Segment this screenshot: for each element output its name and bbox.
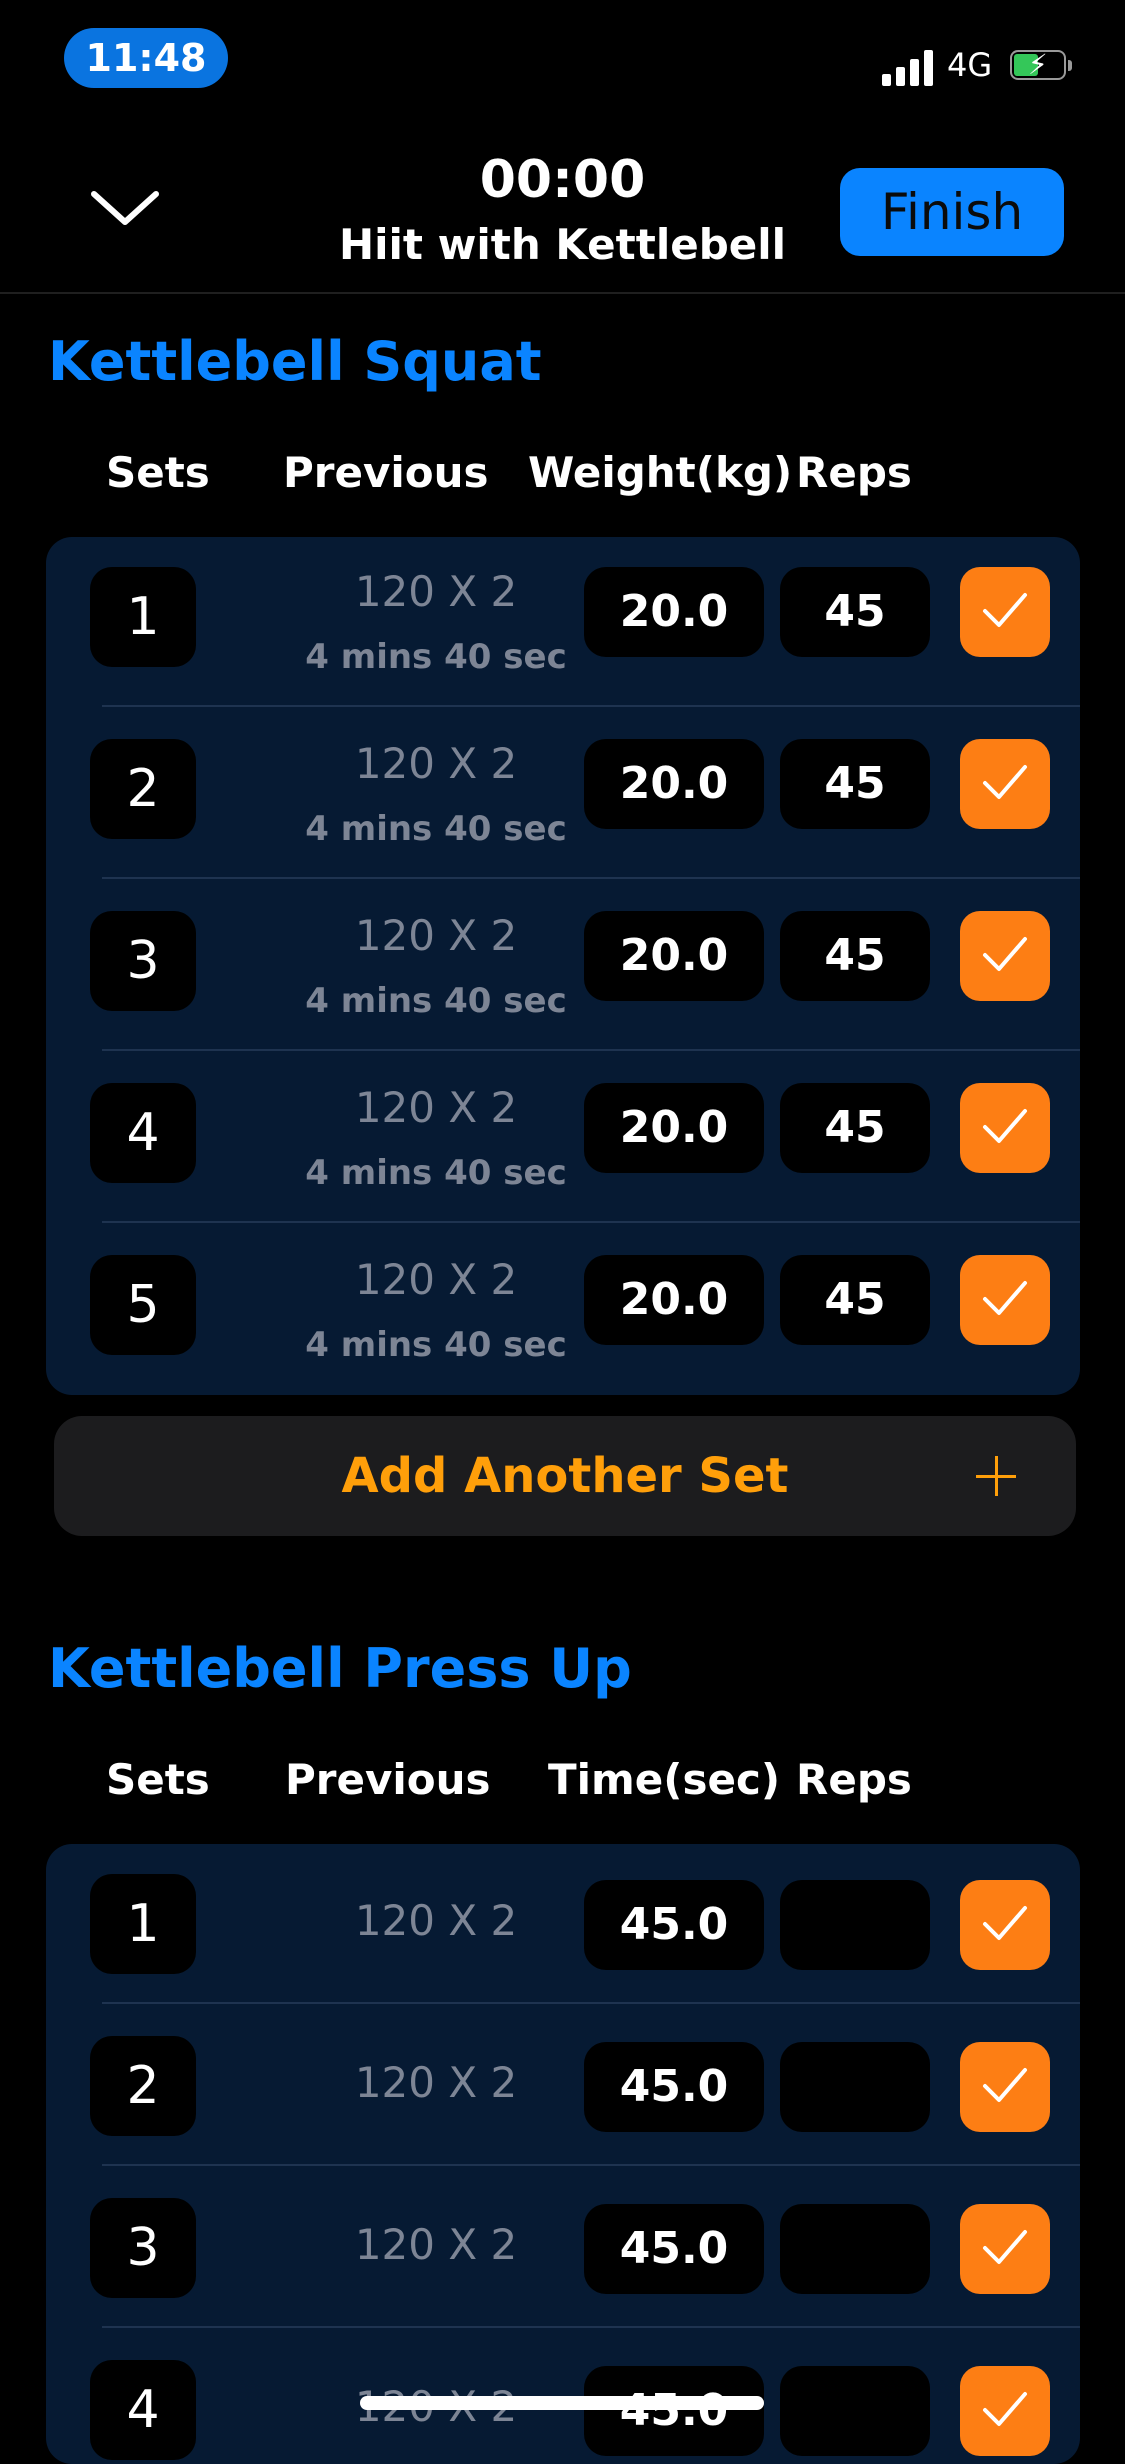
reps-input[interactable]: 45: [780, 739, 930, 829]
reps-input[interactable]: [780, 1880, 930, 1970]
set-number[interactable]: 4: [90, 1083, 196, 1183]
complete-set-button[interactable]: [960, 2366, 1050, 2456]
weight-input[interactable]: 20.0: [584, 567, 764, 657]
column-header-reps: Reps: [796, 448, 912, 497]
checkmark-icon: [983, 1906, 1027, 1940]
set-row: 1 120 X 2 4 mins 40 sec 20.0 45: [46, 537, 1080, 709]
checkmark-icon: [983, 1281, 1027, 1315]
plus-icon: [976, 1456, 1016, 1496]
add-set-label: Add Another Set: [341, 1448, 789, 1504]
complete-set-button[interactable]: [960, 911, 1050, 1001]
reps-input[interactable]: 45: [780, 1255, 930, 1345]
reps-input[interactable]: 45: [780, 1083, 930, 1173]
set-number[interactable]: 5: [90, 1255, 196, 1355]
checkmark-icon: [983, 2392, 1027, 2426]
complete-set-button[interactable]: [960, 1255, 1050, 1345]
status-time: 11:48: [64, 28, 228, 88]
set-row: 4 120 X 2 4 mins 40 sec 20.0 45: [46, 1053, 1080, 1225]
column-header-weight: Weight(kg): [528, 448, 793, 497]
set-row: 3 120 X 2 4 mins 40 sec 20.0 45: [46, 881, 1080, 1053]
header-divider: [0, 292, 1125, 294]
complete-set-button[interactable]: [960, 1880, 1050, 1970]
reps-input[interactable]: [780, 2042, 930, 2132]
checkmark-icon: [983, 593, 1027, 627]
row-divider: [102, 877, 1080, 879]
column-header-time: Time(sec): [548, 1755, 781, 1804]
checkmark-icon: [983, 765, 1027, 799]
column-header-sets: Sets: [106, 448, 210, 497]
weight-input[interactable]: 20.0: [584, 911, 764, 1001]
time-input[interactable]: 45.0: [584, 2366, 764, 2456]
set-number[interactable]: 2: [90, 2036, 196, 2136]
complete-set-button[interactable]: [960, 1083, 1050, 1173]
checkmark-icon: [983, 937, 1027, 971]
weight-input[interactable]: 20.0: [584, 739, 764, 829]
complete-set-button[interactable]: [960, 2204, 1050, 2294]
set-row: 5 120 X 2 4 mins 40 sec 20.0 45: [46, 1225, 1080, 1395]
set-number[interactable]: 3: [90, 2198, 196, 2298]
sets-card: 1 120 X 2 4 mins 40 sec 20.0 45 2 120 X …: [46, 537, 1080, 1395]
row-divider: [102, 2164, 1080, 2166]
set-row: 2 120 X 2 4 mins 40 sec 20.0 45: [46, 709, 1080, 881]
column-header-previous: Previous: [283, 448, 489, 497]
reps-input[interactable]: [780, 2204, 930, 2294]
set-number[interactable]: 3: [90, 911, 196, 1011]
complete-set-button[interactable]: [960, 739, 1050, 829]
checkmark-icon: [983, 2230, 1027, 2264]
column-header-previous: Previous: [285, 1755, 491, 1804]
reps-input[interactable]: [780, 2366, 930, 2456]
checkmark-icon: [983, 2068, 1027, 2102]
reps-input[interactable]: 45: [780, 567, 930, 657]
time-input[interactable]: 45.0: [584, 1880, 764, 1970]
set-number[interactable]: 4: [90, 2360, 196, 2460]
row-divider: [102, 705, 1080, 707]
sets-card: 1 120 X 2 45.0 2 120 X 2 45.0 3 120 X 2 …: [46, 1844, 1080, 2464]
add-set-button[interactable]: Add Another Set: [54, 1416, 1076, 1536]
weight-input[interactable]: 20.0: [584, 1083, 764, 1173]
set-number[interactable]: 1: [90, 1874, 196, 1974]
finish-button[interactable]: Finish: [840, 168, 1064, 256]
charging-bolt-icon: ⚡: [1028, 48, 1048, 81]
weight-input[interactable]: 20.0: [584, 1255, 764, 1345]
row-divider: [102, 2326, 1080, 2328]
set-number[interactable]: 1: [90, 567, 196, 667]
row-divider: [102, 1221, 1080, 1223]
reps-input[interactable]: 45: [780, 911, 930, 1001]
time-input[interactable]: 45.0: [584, 2042, 764, 2132]
set-row: 1 120 X 2 45.0: [46, 1844, 1080, 2006]
set-number[interactable]: 2: [90, 739, 196, 839]
time-input[interactable]: 45.0: [584, 2204, 764, 2294]
network-type: 4G: [947, 46, 993, 84]
column-header-reps: Reps: [796, 1755, 912, 1804]
exercise-title: Kettlebell Press Up: [48, 1637, 632, 1700]
workout-header: 00:00 Hiit with Kettlebell Finish: [0, 140, 1125, 290]
set-row: 2 120 X 2 45.0: [46, 2006, 1080, 2168]
column-header-sets: Sets: [106, 1755, 210, 1804]
cellular-signal-icon: [882, 50, 934, 86]
complete-set-button[interactable]: [960, 2042, 1050, 2132]
row-divider: [102, 1049, 1080, 1051]
home-indicator[interactable]: [360, 2396, 764, 2410]
battery-icon: ⚡: [1010, 48, 1076, 82]
complete-set-button[interactable]: [960, 567, 1050, 657]
row-divider: [102, 2002, 1080, 2004]
exercise-title: Kettlebell Squat: [48, 330, 542, 393]
set-row: 3 120 X 2 45.0: [46, 2168, 1080, 2330]
checkmark-icon: [983, 1109, 1027, 1143]
status-bar: 11:48 4G ⚡: [0, 0, 1125, 110]
